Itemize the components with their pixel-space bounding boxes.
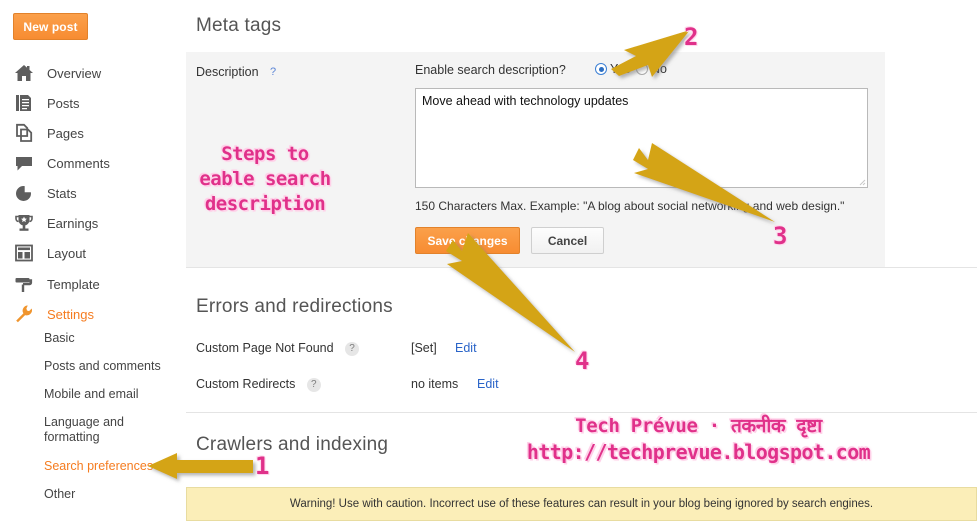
sidebar-item-basic[interactable]: Basic — [44, 331, 75, 346]
sidebar-item-pages[interactable]: Pages — [14, 118, 84, 148]
paint-roller-icon — [15, 278, 33, 292]
custom-redirects-value: no items — [411, 377, 459, 391]
sidebar-subitem-label: Language and formatting — [44, 415, 124, 444]
custom-page-not-found-edit-link[interactable]: Edit — [455, 341, 477, 355]
custom-page-not-found-value: [Set] — [411, 341, 437, 355]
sidebar-subitem-label: Search preferences — [44, 459, 154, 473]
sidebar-item-mobile-and-email[interactable]: Mobile and email — [44, 387, 139, 402]
sidebar-item-comments[interactable]: Comments — [14, 148, 110, 178]
new-post-label: New post — [23, 19, 78, 34]
speech-bubble-icon — [16, 157, 32, 171]
sidebar-subitem-label: Mobile and email — [44, 387, 139, 401]
sidebar-item-label: Overview — [47, 65, 102, 81]
custom-redirects-edit-link[interactable]: Edit — [477, 377, 499, 391]
sidebar-item-language-and-formatting[interactable]: Language and formatting — [44, 415, 134, 445]
new-post-button[interactable]: New post — [13, 13, 88, 40]
description-label: Description — [196, 65, 259, 79]
search-description-input[interactable] — [415, 88, 868, 188]
sidebar-item-search-preferences[interactable]: Search preferences — [44, 459, 153, 474]
radio-no[interactable]: No — [636, 62, 667, 76]
sidebar-item-posts[interactable]: Posts — [14, 88, 80, 118]
sidebar-item-label: Layout — [47, 245, 87, 261]
pie-chart-icon — [16, 184, 33, 201]
radio-yes-label: Yes — [610, 62, 631, 76]
description-label-wrap: Description ? — [196, 65, 276, 79]
help-icon[interactable]: ? — [345, 342, 360, 356]
divider — [186, 412, 977, 413]
sidebar-subitem-label: Other — [44, 487, 76, 501]
cancel-button[interactable]: Cancel — [531, 227, 604, 254]
radio-no-label: No — [651, 62, 667, 76]
sidebar-item-stats[interactable]: Stats — [14, 178, 77, 208]
trophy-icon — [15, 215, 33, 231]
sidebar: New post Overview Posts Pages Comments S… — [0, 0, 186, 526]
radio-no-indicator[interactable] — [636, 63, 648, 75]
main-content: Meta tags Description ? Enable search de… — [186, 0, 977, 526]
sidebar-subitem-label: Posts and comments — [44, 359, 161, 373]
crawlers-heading: Crawlers and indexing — [196, 434, 389, 455]
sidebar-item-label: Comments — [47, 155, 110, 171]
sidebar-item-label: Template — [47, 276, 100, 292]
copy-pages-icon — [16, 123, 33, 142]
sidebar-item-label: Pages — [47, 125, 84, 141]
wrench-icon — [16, 305, 32, 323]
custom-page-not-found-label: Custom Page Not Found — [196, 341, 334, 355]
sidebar-item-other[interactable]: Other — [44, 487, 75, 502]
help-icon[interactable]: ? — [270, 66, 276, 78]
sidebar-item-posts-and-comments[interactable]: Posts and comments — [44, 359, 161, 374]
sidebar-item-layout[interactable]: Layout — [14, 238, 86, 268]
help-icon[interactable]: ? — [306, 378, 321, 392]
enable-search-description-label: Enable search description? — [415, 63, 566, 77]
layout-grid-icon — [15, 244, 33, 262]
custom-redirects-label: Custom Redirects — [196, 377, 296, 391]
character-limit-hint: 150 Characters Max. Example: "A blog abo… — [415, 199, 845, 213]
sidebar-item-label: Settings — [47, 306, 94, 322]
custom-page-not-found-row: Custom Page Not Found ? — [196, 341, 360, 356]
meta-tags-heading: Meta tags — [196, 15, 282, 36]
document-lines-icon — [16, 95, 31, 111]
custom-redirects-row: Custom Redirects ? — [196, 377, 321, 392]
radio-yes-indicator[interactable] — [595, 63, 607, 75]
warning-text: Warning! Use with caution. Incorrect use… — [289, 498, 874, 510]
cancel-label: Cancel — [547, 233, 588, 248]
warning-banner: Warning! Use with caution. Incorrect use… — [186, 487, 977, 521]
sidebar-item-settings[interactable]: Settings — [14, 299, 94, 329]
sidebar-item-label: Posts — [47, 95, 80, 111]
divider — [186, 267, 977, 268]
sidebar-item-template[interactable]: Template — [14, 269, 100, 299]
sidebar-item-label: Stats — [47, 185, 77, 201]
radio-yes[interactable]: Yes — [595, 62, 630, 76]
save-changes-button[interactable]: Save changes — [415, 227, 520, 254]
home-icon — [15, 65, 33, 81]
resize-grip-icon[interactable] — [856, 176, 866, 186]
sidebar-item-overview[interactable]: Overview — [14, 58, 101, 88]
sidebar-subitem-label: Basic — [44, 331, 75, 345]
save-changes-label: Save changes — [427, 233, 508, 248]
errors-heading: Errors and redirections — [196, 296, 393, 317]
sidebar-item-label: Earnings — [47, 215, 99, 231]
sidebar-item-earnings[interactable]: Earnings — [14, 208, 98, 238]
app-window: New post Overview Posts Pages Comments S… — [0, 0, 977, 526]
